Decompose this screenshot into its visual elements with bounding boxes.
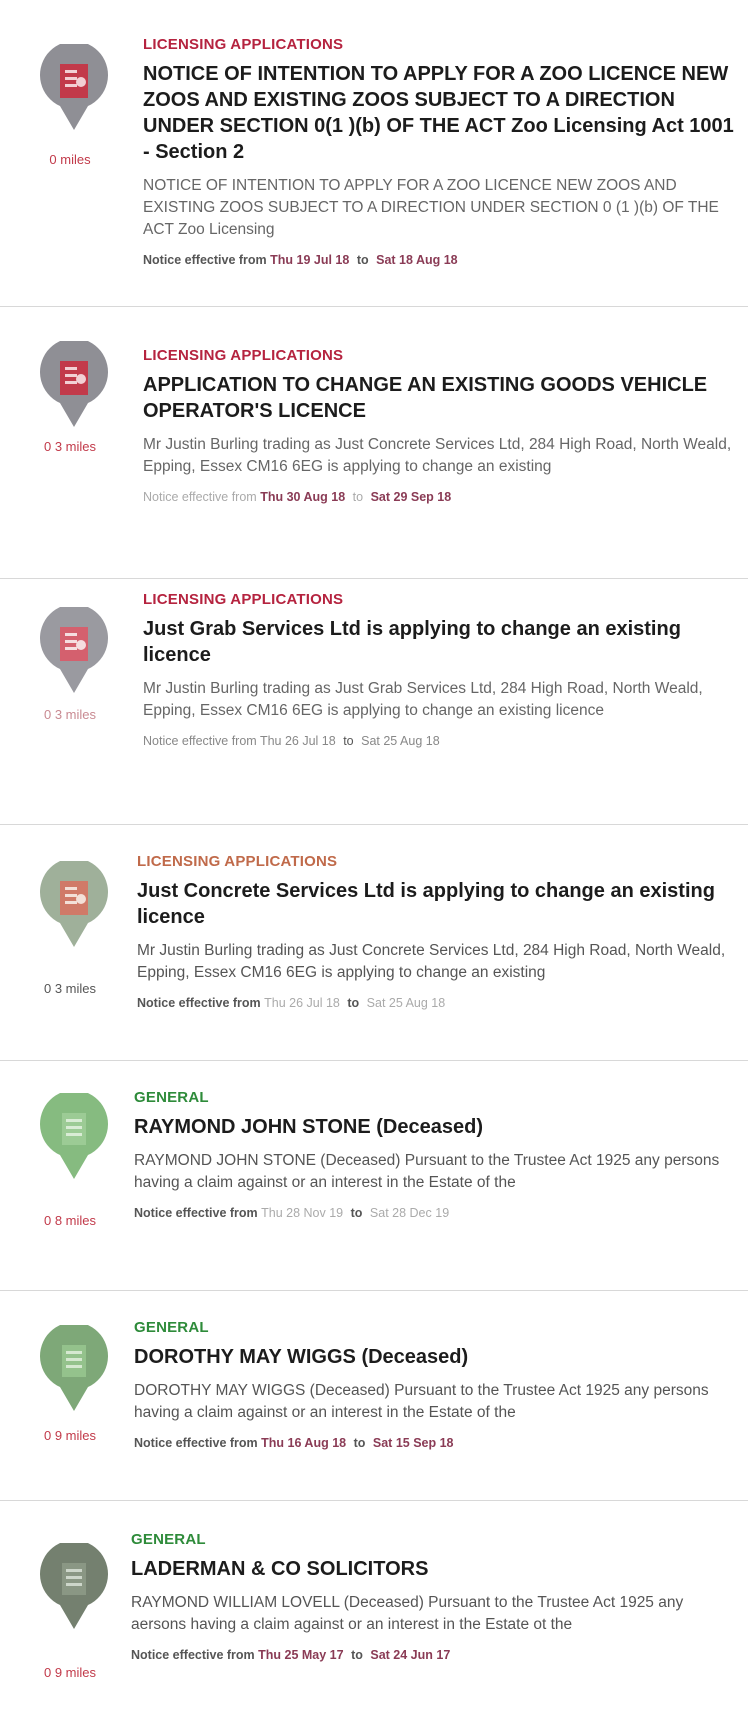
category-label: LICENSING APPLICATIONS xyxy=(143,36,344,53)
notice-title[interactable]: LADERMAN & CO SOLICITORS xyxy=(131,1556,734,1582)
category-label: GENERAL xyxy=(134,1319,209,1336)
notice-title[interactable]: NOTICE OF INTENTION TO APPLY FOR A ZOO L… xyxy=(143,61,734,165)
list-item[interactable]: 0 9 miles GENERAL DOROTHY MAY WIGGS (Dec… xyxy=(0,1291,748,1501)
effective-to-date: Sat 18 Aug 18 xyxy=(376,253,458,267)
list-item[interactable]: 0 3 miles LICENSING APPLICATIONS Just Gr… xyxy=(0,579,748,825)
list-item[interactable]: 0 miles LICENSING APPLICATIONS NOTICE OF… xyxy=(0,0,748,307)
effective-to-label: to xyxy=(356,253,369,267)
licence-document-icon xyxy=(38,44,110,132)
notice-title[interactable]: Just Concrete Services Ltd is applying t… xyxy=(137,878,734,930)
list-item[interactable]: 0 3 miles LICENSING APPLICATIONS Just Co… xyxy=(0,825,748,1061)
effective-to-date: Sat 28 Dec 19 xyxy=(369,1206,450,1220)
effective-dates: Notice effective from Thu 30 Aug 18 to S… xyxy=(143,490,734,504)
effective-from-date: Thu 28 Nov 19 xyxy=(261,1206,344,1220)
effective-from-date: Thu 16 Aug 18 xyxy=(261,1436,347,1450)
effective-label: Notice effective from xyxy=(134,1206,258,1220)
effective-to-date: Sat 29 Sep 18 xyxy=(370,490,452,504)
list-item[interactable]: 0 9 miles GENERAL LADERMAN & CO SOLICITO… xyxy=(0,1501,748,1711)
document-list-icon xyxy=(38,1093,110,1181)
notice-description: DOROTHY MAY WIGGS (Deceased) Pursuant to… xyxy=(134,1382,709,1421)
category-label: LICENSING APPLICATIONS xyxy=(143,347,344,364)
category-label: LICENSING APPLICATIONS xyxy=(137,853,338,870)
notice-list: 0 miles LICENSING APPLICATIONS NOTICE OF… xyxy=(0,0,748,1711)
distance-label: 0 miles xyxy=(49,152,91,167)
effective-to-label: to xyxy=(350,1206,363,1220)
effective-to-label: to xyxy=(347,996,360,1010)
effective-dates: Notice effective from Thu 26 Jul 18 to S… xyxy=(143,734,734,748)
effective-from-date: Thu 26 Jul 18 xyxy=(259,734,336,748)
notice-title[interactable]: DOROTHY MAY WIGGS (Deceased) xyxy=(134,1344,734,1370)
effective-to-date: Sat 15 Sep 18 xyxy=(372,1436,454,1450)
licence-document-icon xyxy=(38,341,110,429)
effective-label: Notice effective from xyxy=(143,490,257,504)
effective-from-date: Thu 25 May 17 xyxy=(258,1648,344,1662)
effective-dates: Notice effective from Thu 26 Jul 18 to S… xyxy=(137,996,734,1010)
notice-description: NOTICE OF INTENTION TO APPLY FOR A ZOO L… xyxy=(143,177,719,238)
category-label: GENERAL xyxy=(134,1089,209,1106)
document-list-icon xyxy=(38,1543,110,1631)
distance-label: 0 9 miles xyxy=(43,1428,97,1443)
notice-title[interactable]: Just Grab Services Ltd is applying to ch… xyxy=(143,616,734,668)
effective-from-date: Thu 26 Jul 18 xyxy=(264,996,340,1010)
notice-description: RAYMOND WILLIAM LOVELL (Deceased) Pursua… xyxy=(131,1594,684,1633)
distance-label: 0 9 miles xyxy=(43,1665,97,1680)
notice-description: Mr Justin Burling trading as Just Grab S… xyxy=(143,680,703,719)
licence-document-icon xyxy=(38,861,110,949)
notice-description: Mr Justin Burling trading as Just Concre… xyxy=(137,942,726,981)
effective-to-label: to xyxy=(343,734,354,748)
effective-dates: Notice effective from Thu 16 Aug 18 to S… xyxy=(134,1436,734,1450)
effective-label: Notice effective from xyxy=(134,1436,258,1450)
licence-document-icon xyxy=(38,607,110,695)
effective-label: Notice effective from xyxy=(137,996,261,1010)
distance-label: 0 3 miles xyxy=(43,439,97,454)
category-label: GENERAL xyxy=(131,1531,206,1548)
notice-description: RAYMOND JOHN STONE (Deceased) Pursuant t… xyxy=(134,1152,720,1191)
list-item[interactable]: 0 3 miles LICENSING APPLICATIONS APPLICA… xyxy=(0,307,748,579)
effective-from-date: Thu 19 Jul 18 xyxy=(270,253,350,267)
effective-to-date: Sat 25 Aug 18 xyxy=(366,996,446,1010)
effective-dates: Notice effective from Thu 25 May 17 to S… xyxy=(131,1648,734,1662)
document-list-icon xyxy=(38,1325,110,1413)
list-item[interactable]: 0 8 miles GENERAL RAYMOND JOHN STONE (De… xyxy=(0,1061,748,1291)
notice-title[interactable]: RAYMOND JOHN STONE (Deceased) xyxy=(134,1114,734,1140)
effective-to-label: to xyxy=(351,1648,363,1662)
effective-dates: Notice effective from Thu 28 Nov 19 to S… xyxy=(134,1206,734,1220)
effective-to-date: Sat 25 Aug 18 xyxy=(361,734,440,748)
effective-from-date: Thu 30 Aug 18 xyxy=(260,490,346,504)
effective-to-date: Sat 24 Jun 17 xyxy=(370,1648,451,1662)
effective-label: Notice effective from xyxy=(131,1648,255,1662)
effective-dates: Notice effective from Thu 19 Jul 18 to S… xyxy=(143,253,734,267)
distance-label: 0 3 miles xyxy=(43,981,97,996)
distance-label: 0 3 miles xyxy=(43,707,97,722)
effective-label: Notice effective from xyxy=(143,253,267,267)
effective-to-label: to xyxy=(353,1436,366,1450)
notice-description: Mr Justin Burling trading as Just Concre… xyxy=(143,436,732,475)
distance-label: 0 8 miles xyxy=(43,1213,97,1228)
effective-label: Notice effective from xyxy=(143,734,257,748)
effective-to-label: to xyxy=(352,490,364,504)
category-label: LICENSING APPLICATIONS xyxy=(143,591,344,608)
notice-title[interactable]: APPLICATION TO CHANGE AN EXISTING GOODS … xyxy=(143,372,734,424)
